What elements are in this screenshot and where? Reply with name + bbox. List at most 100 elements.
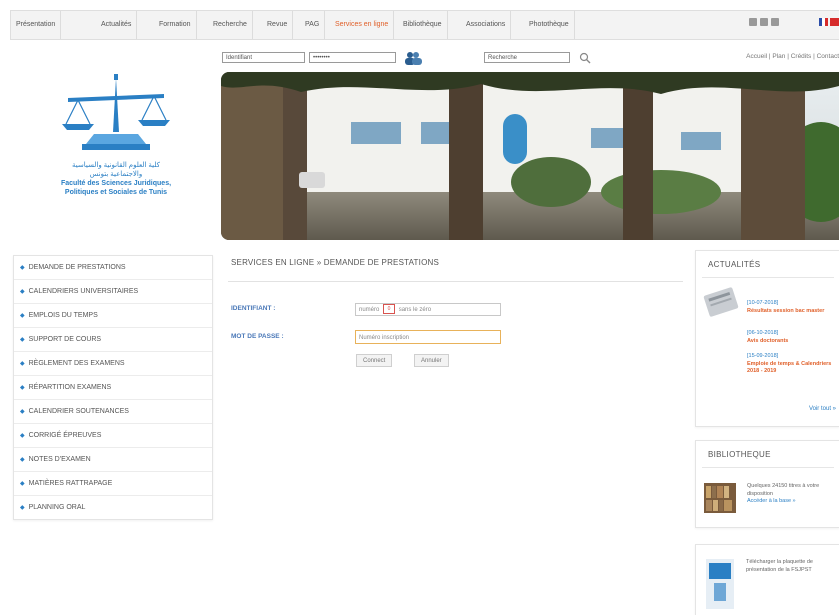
login-identifiant-input[interactable]: Identifiant bbox=[222, 52, 305, 63]
brochure-thumbnail-icon[interactable] bbox=[706, 559, 734, 609]
cancel-button[interactable]: Annuler bbox=[414, 354, 449, 367]
connect-button[interactable]: Connect bbox=[356, 354, 393, 367]
menu-item-label: CALENDRIERS UNIVERSITAIRES bbox=[28, 288, 139, 295]
menu-item-label: MATIÈRES RATTRAPAGE bbox=[28, 480, 113, 487]
faculty-logo[interactable]: كلية العلوم القانونية والسياسية والاجتما… bbox=[20, 72, 212, 232]
menu-item-label: EMPLOIS DU TEMPS bbox=[28, 312, 98, 319]
news-see-all-link[interactable]: Voir tout » bbox=[809, 406, 836, 412]
nav-bibliotheque[interactable]: Bibliothèque bbox=[398, 11, 448, 39]
nav-revue[interactable]: Revue bbox=[262, 11, 294, 39]
news-text: Résultats session bac master bbox=[747, 307, 825, 314]
bullet-icon: ◆ bbox=[20, 505, 25, 511]
menu-item-label: RÈGLEMENT DES EXAMENS bbox=[28, 360, 125, 367]
news-date: [10-07-2018] bbox=[747, 300, 779, 306]
identifiant-hint: sans le zéro bbox=[398, 307, 432, 313]
menu-item-label: DEMANDE DE PRESTATIONS bbox=[28, 264, 126, 271]
menu-item-emplois-du-temps[interactable]: ◆ EMPLOIS DU TEMPS bbox=[14, 304, 212, 328]
bullet-icon: ◆ bbox=[20, 409, 25, 415]
news-text: Avis doctorants bbox=[747, 337, 789, 344]
top-navigation: Présentation Actualités Formation Recher… bbox=[10, 10, 839, 40]
brochure-panel: Télécharger la plaquette de présentation… bbox=[695, 544, 839, 615]
nav-recherche[interactable]: Recherche bbox=[208, 11, 253, 39]
content-divider bbox=[228, 281, 683, 282]
bullet-icon: ◆ bbox=[20, 481, 25, 487]
menu-item-label: NOTES D'EXAMEN bbox=[28, 456, 91, 463]
menu-item-label: PLANNING ORAL bbox=[28, 504, 86, 511]
mail-icon[interactable] bbox=[760, 18, 768, 26]
nav-pag[interactable]: PAG bbox=[300, 11, 326, 39]
menu-item-planning-oral[interactable]: ◆ PLANNING ORAL bbox=[14, 496, 212, 519]
tool-icons bbox=[749, 18, 779, 26]
print-icon[interactable] bbox=[749, 18, 757, 26]
nav-phototheque[interactable]: Photothèque bbox=[524, 11, 575, 39]
nav-presentation[interactable]: Présentation bbox=[11, 11, 62, 39]
nav-actualites[interactable]: Actualités bbox=[96, 11, 138, 39]
news-divider bbox=[702, 277, 834, 278]
menu-item-demande-prestations[interactable]: ◆ DEMANDE DE PRESTATIONS bbox=[14, 256, 212, 280]
menu-item-reglement-examens[interactable]: ◆ RÈGLEMENT DES EXAMENS bbox=[14, 352, 212, 376]
bullet-icon: ◆ bbox=[20, 385, 25, 391]
menu-item-calendriers-universitaires[interactable]: ◆ CALENDRIERS UNIVERSITAIRES bbox=[14, 280, 212, 304]
search-input[interactable]: Recherche bbox=[484, 52, 570, 63]
menu-item-notes-examen[interactable]: ◆ NOTES D'EXAMEN bbox=[14, 448, 212, 472]
library-title: BIBLIOTHEQUE bbox=[708, 450, 771, 459]
identifiant-input[interactable]: numéro 0 sans le zéro bbox=[355, 303, 501, 316]
flag-france-icon[interactable] bbox=[819, 18, 828, 26]
news-title: ACTUALITÉS bbox=[708, 260, 761, 269]
library-panel: BIBLIOTHEQUE Quelques 24150 titres à vot… bbox=[695, 440, 839, 528]
menu-item-label: CALENDRIER SOUTENANCES bbox=[28, 408, 129, 415]
bullet-icon: ◆ bbox=[20, 457, 25, 463]
zero-badge-icon: 0 bbox=[383, 304, 396, 315]
library-text: Quelques 24150 titres à votre dispositio… bbox=[747, 483, 820, 497]
language-flags bbox=[819, 18, 839, 26]
menu-item-repartition-examens[interactable]: ◆ RÉPARTITION EXAMENS bbox=[14, 376, 212, 400]
utility-links[interactable]: Accueil | Plan | Crédits | Contact bbox=[746, 53, 839, 60]
home-icon[interactable] bbox=[771, 18, 779, 26]
menu-item-calendrier-soutenances[interactable]: ◆ CALENDRIER SOUTENANCES bbox=[14, 400, 212, 424]
newspaper-icon bbox=[703, 287, 739, 317]
news-item-1[interactable]: [10-07-2018] Résultats session bac maste… bbox=[747, 300, 835, 315]
brochure-download-text[interactable]: Télécharger la plaquette de présentation… bbox=[746, 559, 834, 574]
logo-french-line2: Politiques et Sociales de Tunis bbox=[64, 189, 168, 196]
bullet-icon: ◆ bbox=[20, 265, 25, 271]
library-access-link[interactable]: Accéder à la base » bbox=[747, 498, 837, 506]
news-panel: ACTUALITÉS [10-07-2018] Résultats sessio… bbox=[695, 250, 839, 427]
news-text: Emploie de temps & Calendriers 2018 - 20… bbox=[747, 360, 832, 375]
breadcrumb: SERVICES EN LIGNE » DEMANDE DE PRESTATIO… bbox=[231, 258, 440, 267]
scales-of-justice-icon bbox=[62, 74, 170, 150]
identifiant-value: numéro bbox=[359, 307, 380, 313]
menu-item-corrige-epreuves[interactable]: ◆ CORRIGÉ ÉPREUVES bbox=[14, 424, 212, 448]
campus-banner-photo bbox=[221, 72, 839, 240]
password-label: MOT DE PASSE : bbox=[231, 333, 284, 340]
bullet-icon: ◆ bbox=[20, 361, 25, 367]
login-password-input[interactable]: •••••••• bbox=[309, 52, 396, 63]
search-icon[interactable] bbox=[579, 52, 591, 64]
news-item-2[interactable]: [06-10-2018] Avis doctorants bbox=[747, 330, 835, 345]
nav-formation[interactable]: Formation bbox=[154, 11, 197, 39]
users-icon[interactable] bbox=[404, 51, 422, 65]
bullet-icon: ◆ bbox=[20, 289, 25, 295]
logo-arabic-line2: والاجتماعية بتونس bbox=[89, 171, 143, 178]
bookshelf-icon bbox=[704, 483, 736, 513]
logo-arabic-line1: كلية العلوم القانونية والسياسية bbox=[72, 162, 160, 169]
left-sidebar-menu: ◆ DEMANDE DE PRESTATIONS ◆ CALENDRIERS UNI… bbox=[13, 255, 213, 520]
menu-item-label: CORRIGÉ ÉPREUVES bbox=[28, 432, 102, 439]
password-input[interactable]: Numéro inscription bbox=[355, 330, 501, 344]
logo-french-line1: Faculté des Sciences Juridiques, bbox=[60, 180, 172, 187]
bullet-icon: ◆ bbox=[20, 313, 25, 319]
news-date: [06-10-2018] bbox=[747, 330, 779, 336]
nav-services-en-ligne[interactable]: Services en ligne bbox=[330, 11, 395, 39]
library-description: Quelques 24150 titres à votre dispositio… bbox=[747, 483, 837, 506]
bullet-icon: ◆ bbox=[20, 433, 25, 439]
identifiant-label: IDENTIFIANT : bbox=[231, 305, 276, 312]
flag-tunisia-icon[interactable] bbox=[830, 18, 839, 26]
menu-item-label: SUPPORT DE COURS bbox=[28, 336, 102, 343]
menu-item-support-de-cours[interactable]: ◆ SUPPORT DE COURS bbox=[14, 328, 212, 352]
menu-item-matieres-rattrapage[interactable]: ◆ MATIÈRES RATTRAPAGE bbox=[14, 472, 212, 496]
news-item-3[interactable]: [15-09-2018] Emploie de temps & Calendri… bbox=[747, 353, 835, 376]
news-date: [15-09-2018] bbox=[747, 353, 779, 359]
library-divider bbox=[702, 467, 834, 468]
nav-associations[interactable]: Associations bbox=[461, 11, 512, 39]
bullet-icon: ◆ bbox=[20, 337, 25, 343]
menu-item-label: RÉPARTITION EXAMENS bbox=[28, 384, 112, 391]
